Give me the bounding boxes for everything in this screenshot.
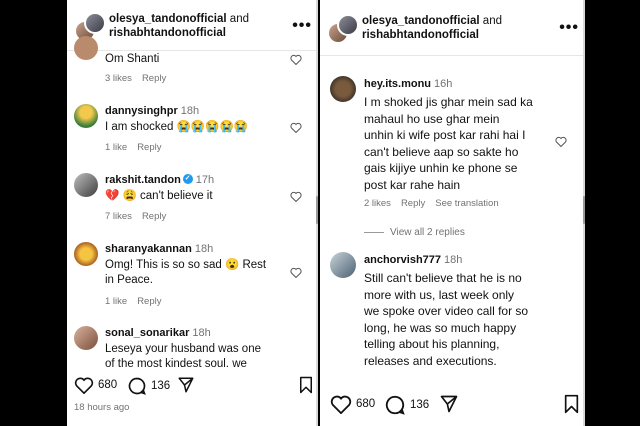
right-post-panel: olesya_tandonofficial and rishabhtandono… <box>320 0 585 426</box>
reply-link[interactable]: Reply <box>142 73 166 84</box>
avatar[interactable] <box>74 326 98 350</box>
like-action[interactable]: 680 <box>330 394 375 414</box>
author-link[interactable]: olesya_tandonofficial <box>109 13 227 25</box>
post-header: olesya_tandonofficial and rishabhtandono… <box>67 0 318 51</box>
view-replies-label[interactable]: View all 2 replies <box>390 227 465 238</box>
comment-meta: 1 like Reply <box>105 142 171 153</box>
author-link[interactable]: rishabhtandonofficial <box>109 27 226 39</box>
author-link[interactable]: olesya_tandonofficial <box>362 15 480 27</box>
reply-link[interactable]: Reply <box>137 142 161 153</box>
reply-link[interactable]: Reply <box>142 211 166 222</box>
more-options-icon[interactable]: ••• <box>292 17 312 35</box>
author-link[interactable]: rishabhtandonofficial <box>362 29 479 41</box>
likes-count[interactable]: 3 likes <box>105 73 132 84</box>
more-options-icon[interactable]: ••• <box>559 19 579 37</box>
likes-count[interactable]: 2 likes <box>364 198 391 209</box>
verified-badge-icon <box>182 174 193 184</box>
comment-text: I am shocked 😭😭😭😭😭 <box>105 121 249 133</box>
and-text: and <box>229 13 249 25</box>
post-actions-bar: 680 136 <box>320 386 585 426</box>
comment-username[interactable]: rakshit.tandon17h <box>105 174 214 186</box>
like-action[interactable]: 680 <box>74 376 117 394</box>
save-bookmark-icon[interactable] <box>298 376 314 394</box>
comment-username[interactable]: hey.its.monu 16h <box>364 78 452 90</box>
comment-username[interactable]: dannysinghpr 18h <box>105 105 199 117</box>
heart-icon[interactable] <box>74 376 94 394</box>
avatar[interactable] <box>74 104 98 128</box>
comment-text: Still can't believe that he is no more wi… <box>364 271 529 368</box>
comment-time: 18h <box>180 105 200 117</box>
save-bookmark-icon[interactable] <box>563 394 580 414</box>
avatar[interactable] <box>74 36 98 60</box>
share-icon[interactable] <box>439 394 459 414</box>
and-text: and <box>482 15 502 27</box>
like-heart-icon[interactable] <box>290 267 302 278</box>
likes-total: 680 <box>98 379 118 391</box>
comment-bubble-icon[interactable] <box>127 376 147 396</box>
comment-username[interactable]: anchorvish777 18h <box>364 254 462 266</box>
comment-bubble-icon[interactable] <box>384 394 406 416</box>
comment-time: 18h <box>192 327 211 339</box>
like-heart-icon[interactable] <box>290 122 302 133</box>
see-translation-link[interactable]: See translation <box>435 198 498 209</box>
comment-time: 18h <box>194 243 214 255</box>
comment-username[interactable]: sonal_sonarikar 18h <box>105 327 211 339</box>
post-timestamp: 18 hours ago <box>74 402 130 413</box>
post-authors: olesya_tandonofficial and rishabhtandono… <box>109 12 249 40</box>
like-heart-icon[interactable] <box>290 191 302 202</box>
comment-text: Omg! This is so so sad 😮 Rest in Peace. <box>105 259 267 286</box>
likes-count[interactable]: 1 like <box>105 296 127 307</box>
reply-link[interactable]: Reply <box>137 296 161 307</box>
comment-action[interactable]: 136 <box>384 394 429 416</box>
comment-time: 16h <box>434 78 453 90</box>
likes-count[interactable]: 1 like <box>105 142 127 153</box>
reply-link[interactable]: Reply <box>401 198 425 209</box>
comment-time: 17h <box>195 174 215 186</box>
comment-username[interactable]: sharanyakannan 18h <box>105 243 213 255</box>
avatar[interactable] <box>330 252 356 278</box>
like-heart-icon[interactable] <box>290 54 302 65</box>
post-header: olesya_tandonofficial and rishabhtandono… <box>320 0 585 56</box>
comments-total: 136 <box>410 399 430 411</box>
comment-text: I m shoked jis ghar mein sad ka mahaul ho… <box>364 95 533 192</box>
collab-avatars[interactable] <box>327 14 359 44</box>
comment-meta: 1 like Reply <box>105 296 171 307</box>
left-post-panel: olesya_tandonofficial and rishabhtandono… <box>67 0 318 426</box>
comment-meta: 3 likes Reply <box>105 73 176 84</box>
comment-text: Leseya your husband was one of the most k… <box>105 343 261 370</box>
scrollbar[interactable] <box>316 0 318 426</box>
comment-meta: 7 likes Reply <box>105 211 176 222</box>
comment-text: 💔 😩 can't believe it <box>105 190 213 202</box>
post-actions-bar: 680 136 18 hours ago <box>67 370 318 426</box>
share-icon[interactable] <box>177 376 195 394</box>
comment-time: 18h <box>444 254 463 266</box>
likes-count[interactable]: 7 likes <box>105 211 132 222</box>
avatar[interactable] <box>74 173 98 197</box>
comments-total: 136 <box>151 380 171 392</box>
avatar[interactable] <box>330 76 356 102</box>
comment-text: Om Shanti <box>105 53 160 65</box>
view-replies[interactable]: View all 2 replies <box>364 227 465 238</box>
avatar[interactable] <box>74 242 98 266</box>
comment-meta: 2 likes Reply See translation <box>364 198 509 209</box>
like-heart-icon[interactable] <box>555 136 567 147</box>
likes-total: 680 <box>356 398 376 410</box>
post-authors: olesya_tandonofficial and rishabhtandono… <box>362 14 502 42</box>
scrollbar[interactable] <box>583 0 585 426</box>
comment-action[interactable]: 136 <box>127 376 170 396</box>
heart-icon[interactable] <box>330 394 352 414</box>
